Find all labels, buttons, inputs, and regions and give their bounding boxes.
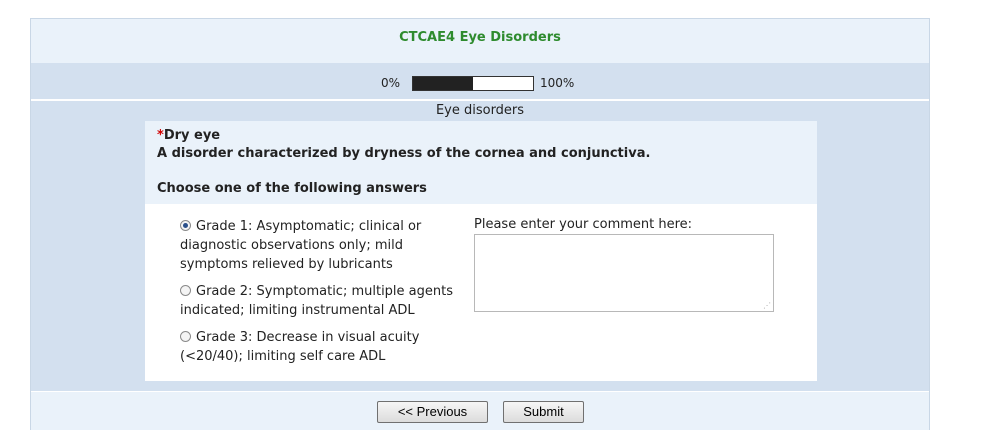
survey-container: CTCAE4 Eye Disorders 0% 100% Eye disorde… (30, 18, 930, 430)
radio-button-grade-3[interactable] (180, 331, 191, 342)
section-header: Eye disorders (435, 103, 525, 118)
progress-start-label: 0% (381, 76, 401, 90)
progress-section: 0% 100% (31, 63, 929, 101)
answer-label-grade-2[interactable]: Grade 2: Symptomatic; multiple agents in… (180, 284, 453, 318)
navigation-bar: << Previous Submit (31, 391, 929, 430)
submit-button[interactable]: Submit (503, 401, 584, 423)
previous-button[interactable]: << Previous (377, 401, 488, 423)
question-help: Choose one of the following answers (157, 181, 427, 196)
progress-end-label: 100% (540, 76, 575, 90)
question-card: *Dry eye A disorder characterized by dry… (145, 121, 817, 381)
answer-option-grade-1[interactable]: Grade 1: Asymptomatic; clinical or diagn… (180, 217, 470, 274)
progress-bar (412, 76, 534, 91)
answer-label-grade-3[interactable]: Grade 3: Decrease in visual acuity (<20/… (180, 330, 419, 364)
answer-option-grade-2[interactable]: Grade 2: Symptomatic; multiple agents in… (180, 282, 470, 320)
comment-textarea[interactable]: ⋰ (474, 234, 774, 312)
question-description: A disorder characterized by dryness of t… (157, 146, 651, 161)
answer-label-grade-1[interactable]: Grade 1: Asymptomatic; clinical or diagn… (180, 219, 421, 272)
radio-button-grade-1[interactable] (180, 220, 191, 231)
question-title: *Dry eye (157, 128, 220, 143)
question-area: Eye disorders *Dry eye A disorder charac… (31, 101, 929, 391)
radio-button-grade-2[interactable] (180, 285, 191, 296)
resize-grip-icon[interactable]: ⋰ (763, 302, 771, 310)
answer-list: Grade 1: Asymptomatic; clinical or diagn… (180, 217, 470, 374)
answer-option-grade-3[interactable]: Grade 3: Decrease in visual acuity (<20/… (180, 328, 470, 366)
mandatory-marker: * (157, 128, 164, 143)
comment-label: Please enter your comment here: (474, 217, 693, 232)
question-title-text: Dry eye (163, 128, 221, 143)
survey-title: CTCAE4 Eye Disorders (31, 19, 929, 63)
question-header: *Dry eye A disorder characterized by dry… (145, 121, 817, 204)
progress-bar-fill (413, 77, 473, 90)
